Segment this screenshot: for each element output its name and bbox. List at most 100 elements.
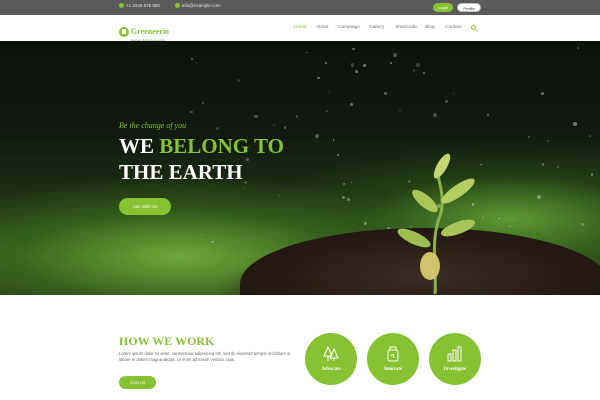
rain-drop — [351, 182, 353, 184]
rain-drop — [211, 240, 214, 243]
phone-icon — [119, 3, 124, 8]
search-icon[interactable] — [471, 25, 476, 30]
advocate-label: Advocate — [321, 367, 341, 372]
join-with-us-button[interactable]: Join With Us — [119, 198, 171, 215]
rain-drop — [191, 58, 194, 61]
hero-banner: Be the change of you WE BELONG TO THE EA… — [0, 41, 600, 295]
rain-drop — [398, 108, 401, 111]
hero-title-line-2: THE EARTH — [119, 160, 243, 184]
rain-drop — [390, 61, 393, 65]
rain-drop — [527, 136, 531, 139]
hero-title-plain: WE — [119, 134, 155, 158]
rain-drop — [354, 70, 358, 73]
rain-drop — [189, 110, 193, 114]
rain-drop — [432, 112, 437, 117]
rain-drop — [556, 165, 559, 168]
rain-drop — [327, 92, 329, 94]
how-we-work-text: Lorem ipsum dolor sit amet, consectetur … — [119, 351, 291, 363]
rain-drop — [445, 99, 449, 103]
hero-subtitle: Be the change of you — [119, 121, 187, 130]
rain-drop — [540, 91, 544, 95]
rain-drop — [254, 114, 258, 119]
nav-blog[interactable]: Blog — [425, 25, 435, 30]
rain-drop — [509, 225, 511, 227]
innovate-card[interactable]: Innovate — [367, 333, 419, 385]
nav-gallery[interactable]: Gallery — [369, 25, 384, 30]
email-contact[interactable]: info@example.com — [175, 3, 221, 8]
rain-drop — [524, 214, 528, 218]
rain-drop — [350, 102, 354, 106]
rain-drop — [272, 124, 275, 127]
rain-drop — [236, 78, 241, 83]
rain-drop — [326, 110, 329, 112]
login-button[interactable]: Login — [433, 3, 453, 12]
bar-chart-icon — [447, 346, 462, 362]
rain-drop — [278, 194, 280, 197]
nav-contact[interactable]: Contact — [445, 25, 462, 30]
rain-drop — [364, 222, 367, 225]
investigate-card[interactable]: Investigate — [429, 333, 481, 385]
nav-home[interactable]: Home — [294, 25, 307, 30]
rain-drop — [295, 115, 299, 118]
rain-drop — [589, 135, 591, 137]
rain-drop — [590, 173, 594, 176]
rain-drop — [201, 101, 205, 105]
rain-drop — [346, 197, 350, 201]
rain-drop — [415, 63, 420, 67]
home-leaf-icon — [119, 26, 129, 37]
join-us-button[interactable]: JOIN US — [119, 376, 156, 389]
rain-drop — [573, 122, 578, 127]
rain-drop — [195, 62, 198, 64]
rain-drop — [200, 233, 203, 236]
nav-about[interactable]: About — [316, 25, 329, 30]
nav-campaign[interactable]: Campaign — [338, 25, 360, 30]
rain-drop — [243, 181, 247, 185]
bottle-icon — [387, 346, 399, 362]
rain-drop — [333, 139, 335, 141]
rain-drop — [576, 47, 579, 50]
rain-drop — [545, 62, 547, 64]
brand-name: Greeneerio — [131, 27, 170, 36]
innovate-label: Innovate — [383, 367, 403, 372]
rain-drop — [537, 195, 541, 200]
nav-shortcode[interactable]: Shortcode — [395, 25, 417, 30]
rain-drop — [244, 187, 246, 189]
investigate-label: Investigate — [443, 367, 467, 372]
rain-drop — [343, 183, 345, 185]
rain-drop — [325, 61, 328, 64]
email-address: info@example.com — [182, 3, 221, 8]
rain-drop — [215, 126, 219, 130]
trees-icon — [323, 346, 339, 361]
rain-drop — [546, 140, 549, 142]
rain-drop — [393, 53, 398, 57]
rain-drop — [284, 126, 287, 129]
main-navbar: Greeneerio Ecology & Environmental Home … — [0, 15, 600, 42]
phone-number: +1 2345 678 900 — [126, 3, 160, 8]
advocate-card[interactable]: Advocate — [305, 333, 357, 385]
rain-drop — [542, 163, 545, 166]
rain-drop — [245, 158, 249, 162]
rain-drop — [422, 72, 425, 75]
top-bar: +1 2345 678 900 info@example.com Login P… — [0, 0, 600, 15]
site-logo[interactable]: Greeneerio Ecology & Environmental — [119, 21, 169, 42]
sprout-image — [397, 153, 476, 295]
rain-drop — [342, 196, 346, 200]
rain-drop — [314, 133, 319, 138]
rain-drop — [452, 92, 455, 95]
rain-drop — [363, 63, 366, 67]
how-we-work-title: HOW WE WORK — [119, 334, 215, 348]
phone-contact[interactable]: +1 2345 678 900 — [119, 3, 160, 8]
profile-button[interactable]: Profile — [457, 3, 481, 12]
rain-drop — [486, 113, 489, 116]
rain-drop — [306, 51, 308, 54]
rain-drop — [412, 69, 416, 72]
hero-title-accent: BELONG TO — [159, 134, 284, 158]
rain-drop — [352, 47, 355, 51]
hero-title-line-1: WE BELONG TO — [119, 136, 284, 157]
rain-drop — [336, 153, 339, 157]
rain-drop — [317, 76, 320, 80]
mail-icon — [175, 3, 180, 8]
rain-drop — [581, 223, 584, 226]
rain-drop — [351, 63, 355, 67]
rain-drop — [384, 91, 388, 96]
